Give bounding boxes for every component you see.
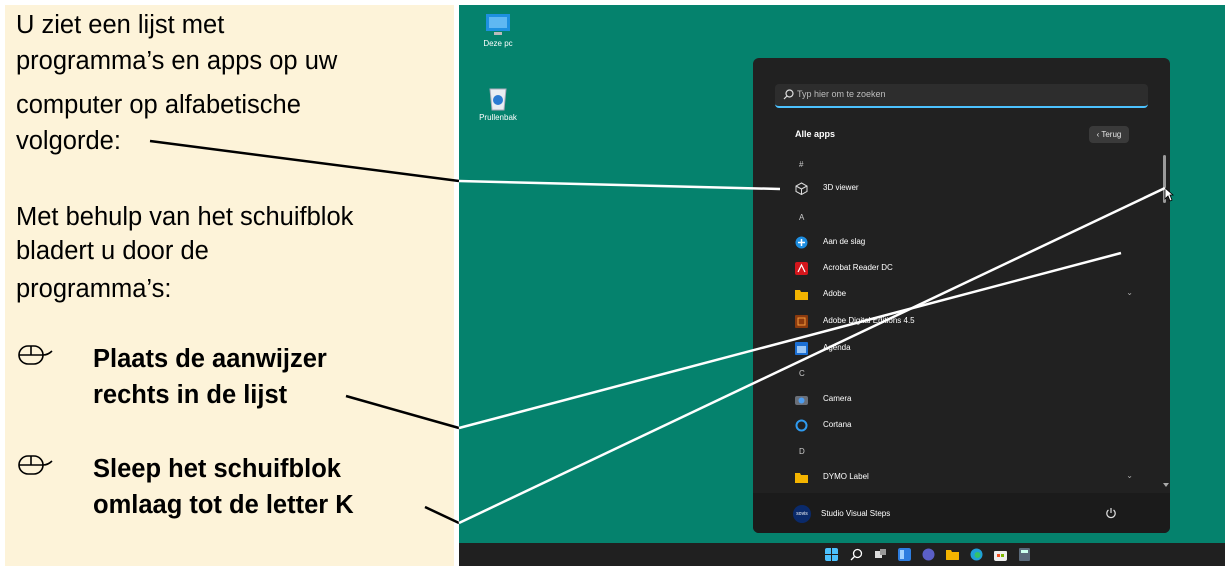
callout-line-thumb: [424, 505, 460, 525]
callout-lines: [149, 139, 1166, 525]
callout-line-pointer: [458, 251, 1122, 430]
callout-line-thumb: [458, 186, 1166, 525]
callout-line-pointer: [345, 394, 460, 430]
callout-line-list: [149, 139, 460, 183]
callout-line-list: [458, 179, 781, 191]
